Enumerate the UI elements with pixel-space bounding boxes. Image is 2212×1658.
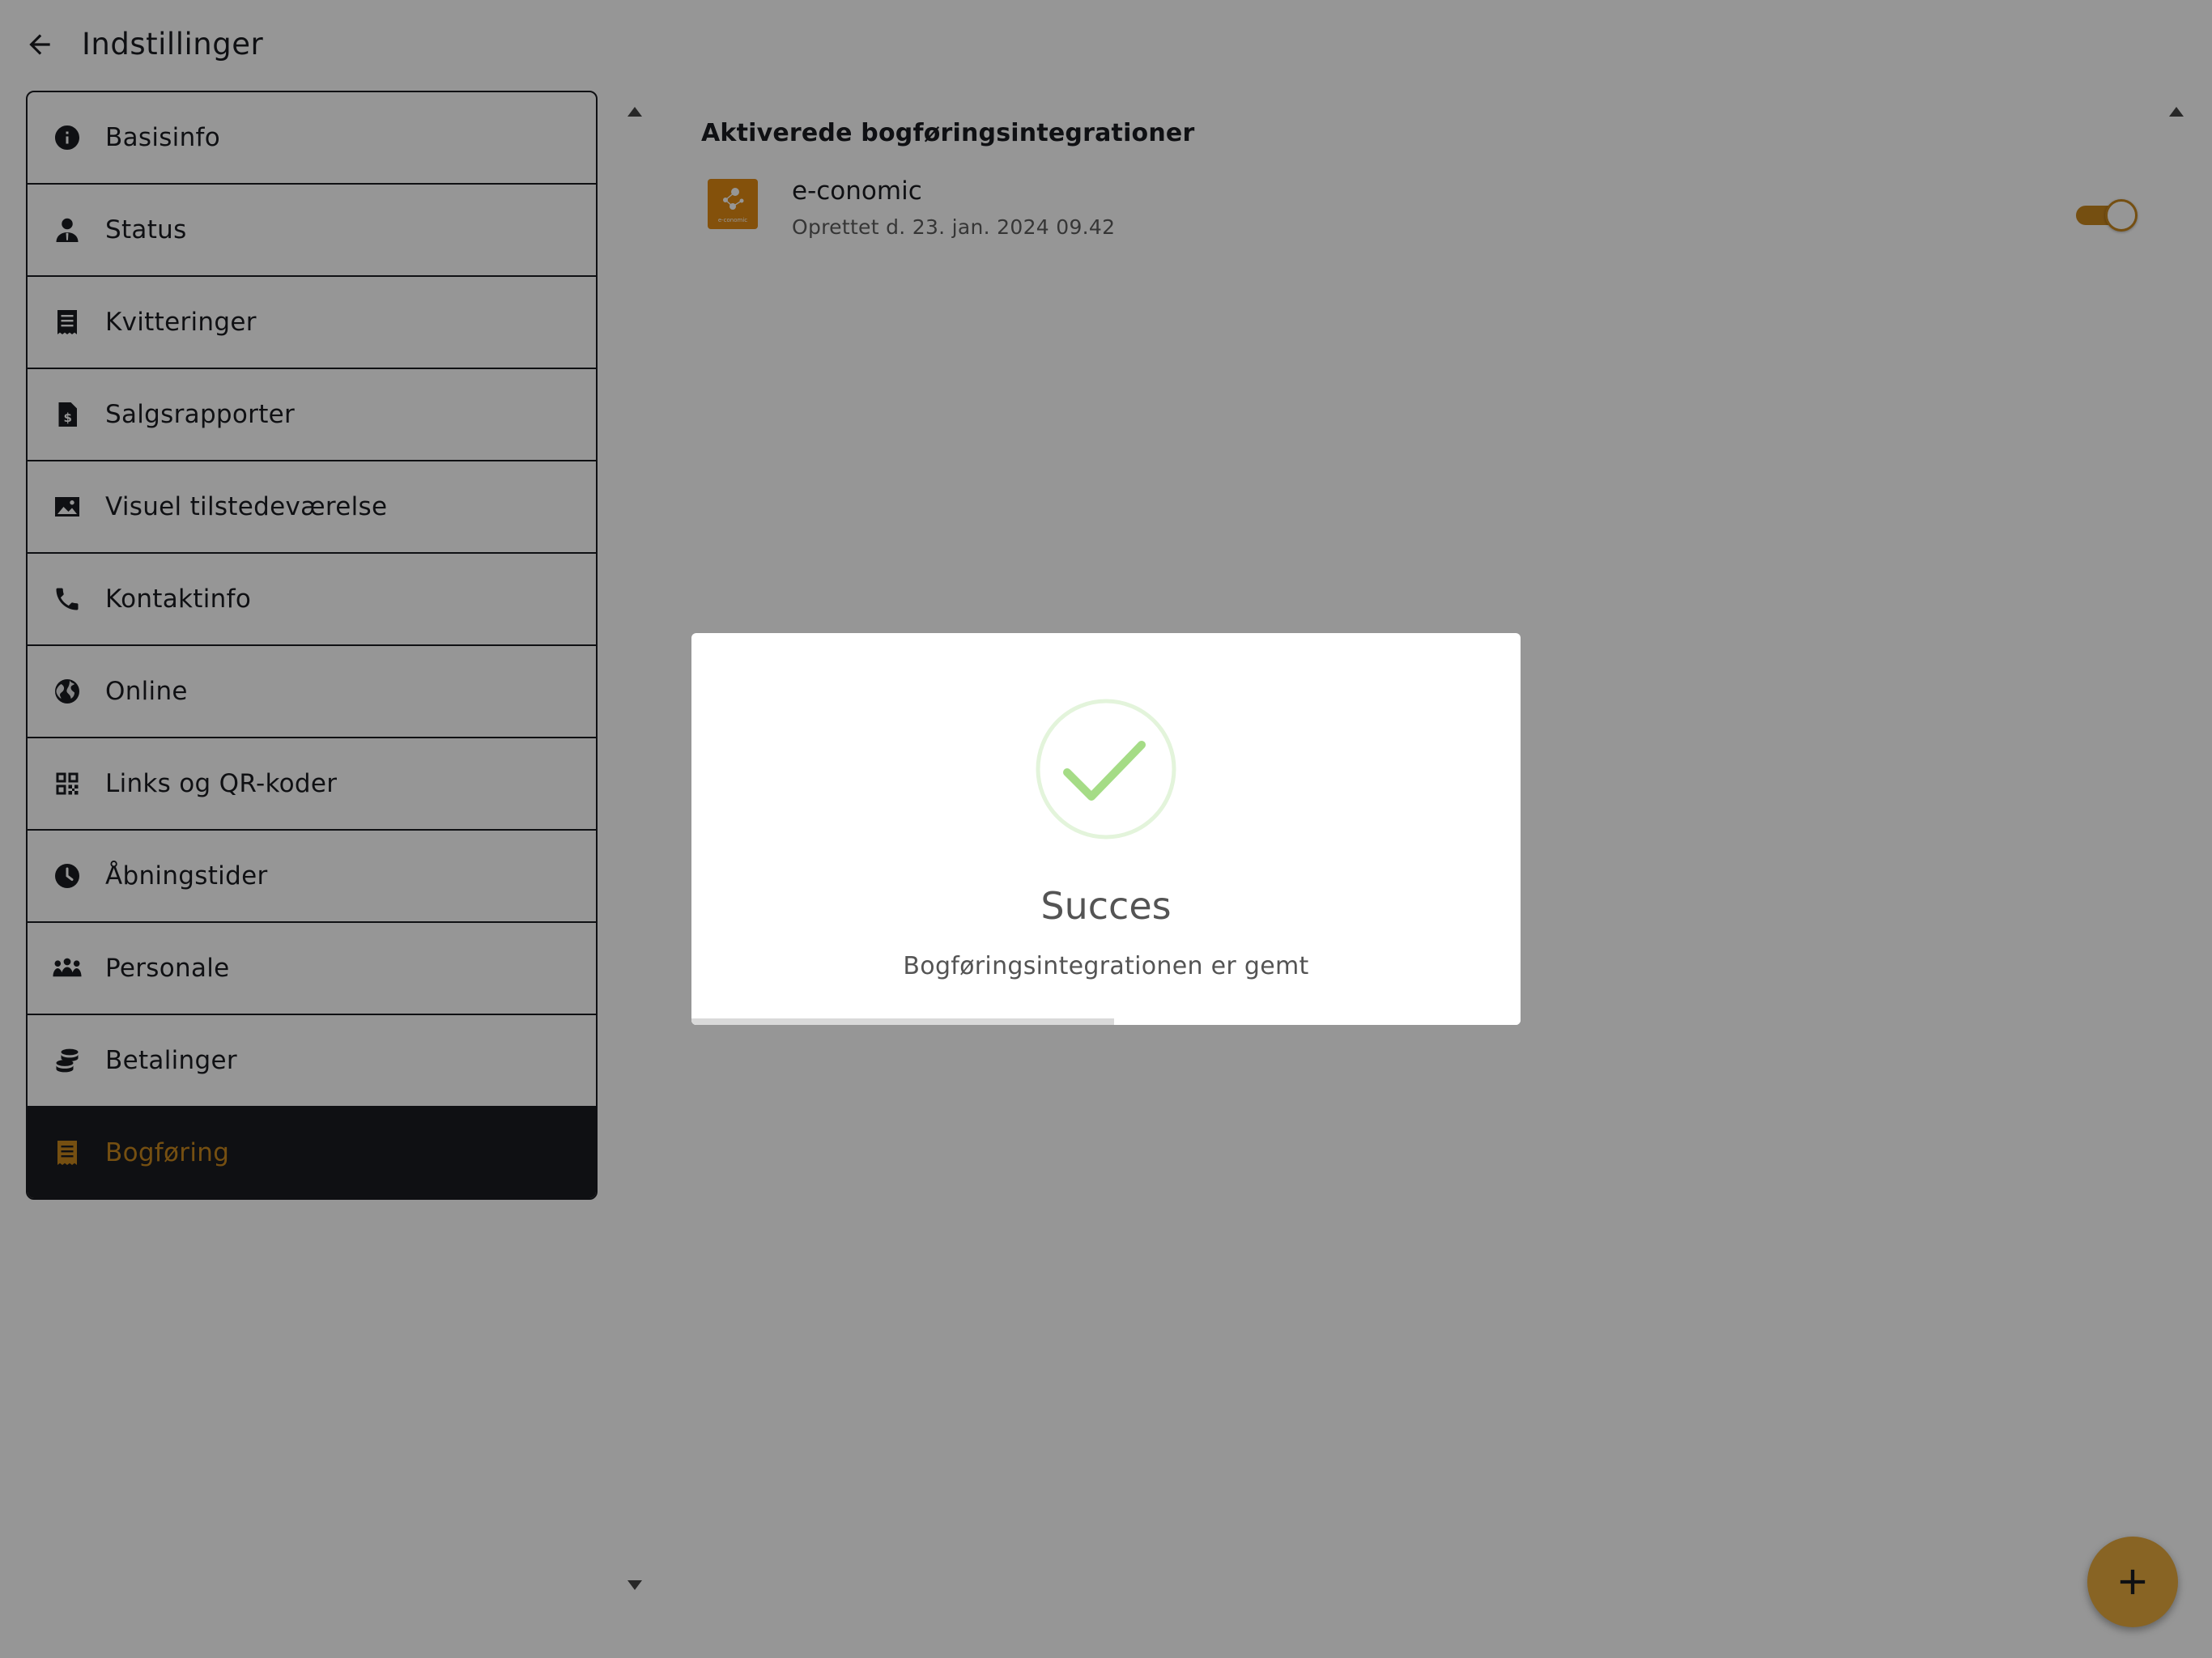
success-dialog: Succes Bogføringsintegrationen er gemt bbox=[691, 633, 1521, 1025]
checkmark-icon bbox=[1036, 699, 1176, 840]
dialog-timer-fill bbox=[691, 1018, 1115, 1025]
dialog-message: Bogføringsintegrationen er gemt bbox=[903, 952, 1309, 980]
dialog-timer-bar bbox=[691, 1018, 1521, 1025]
dialog-title: Succes bbox=[1040, 884, 1172, 928]
